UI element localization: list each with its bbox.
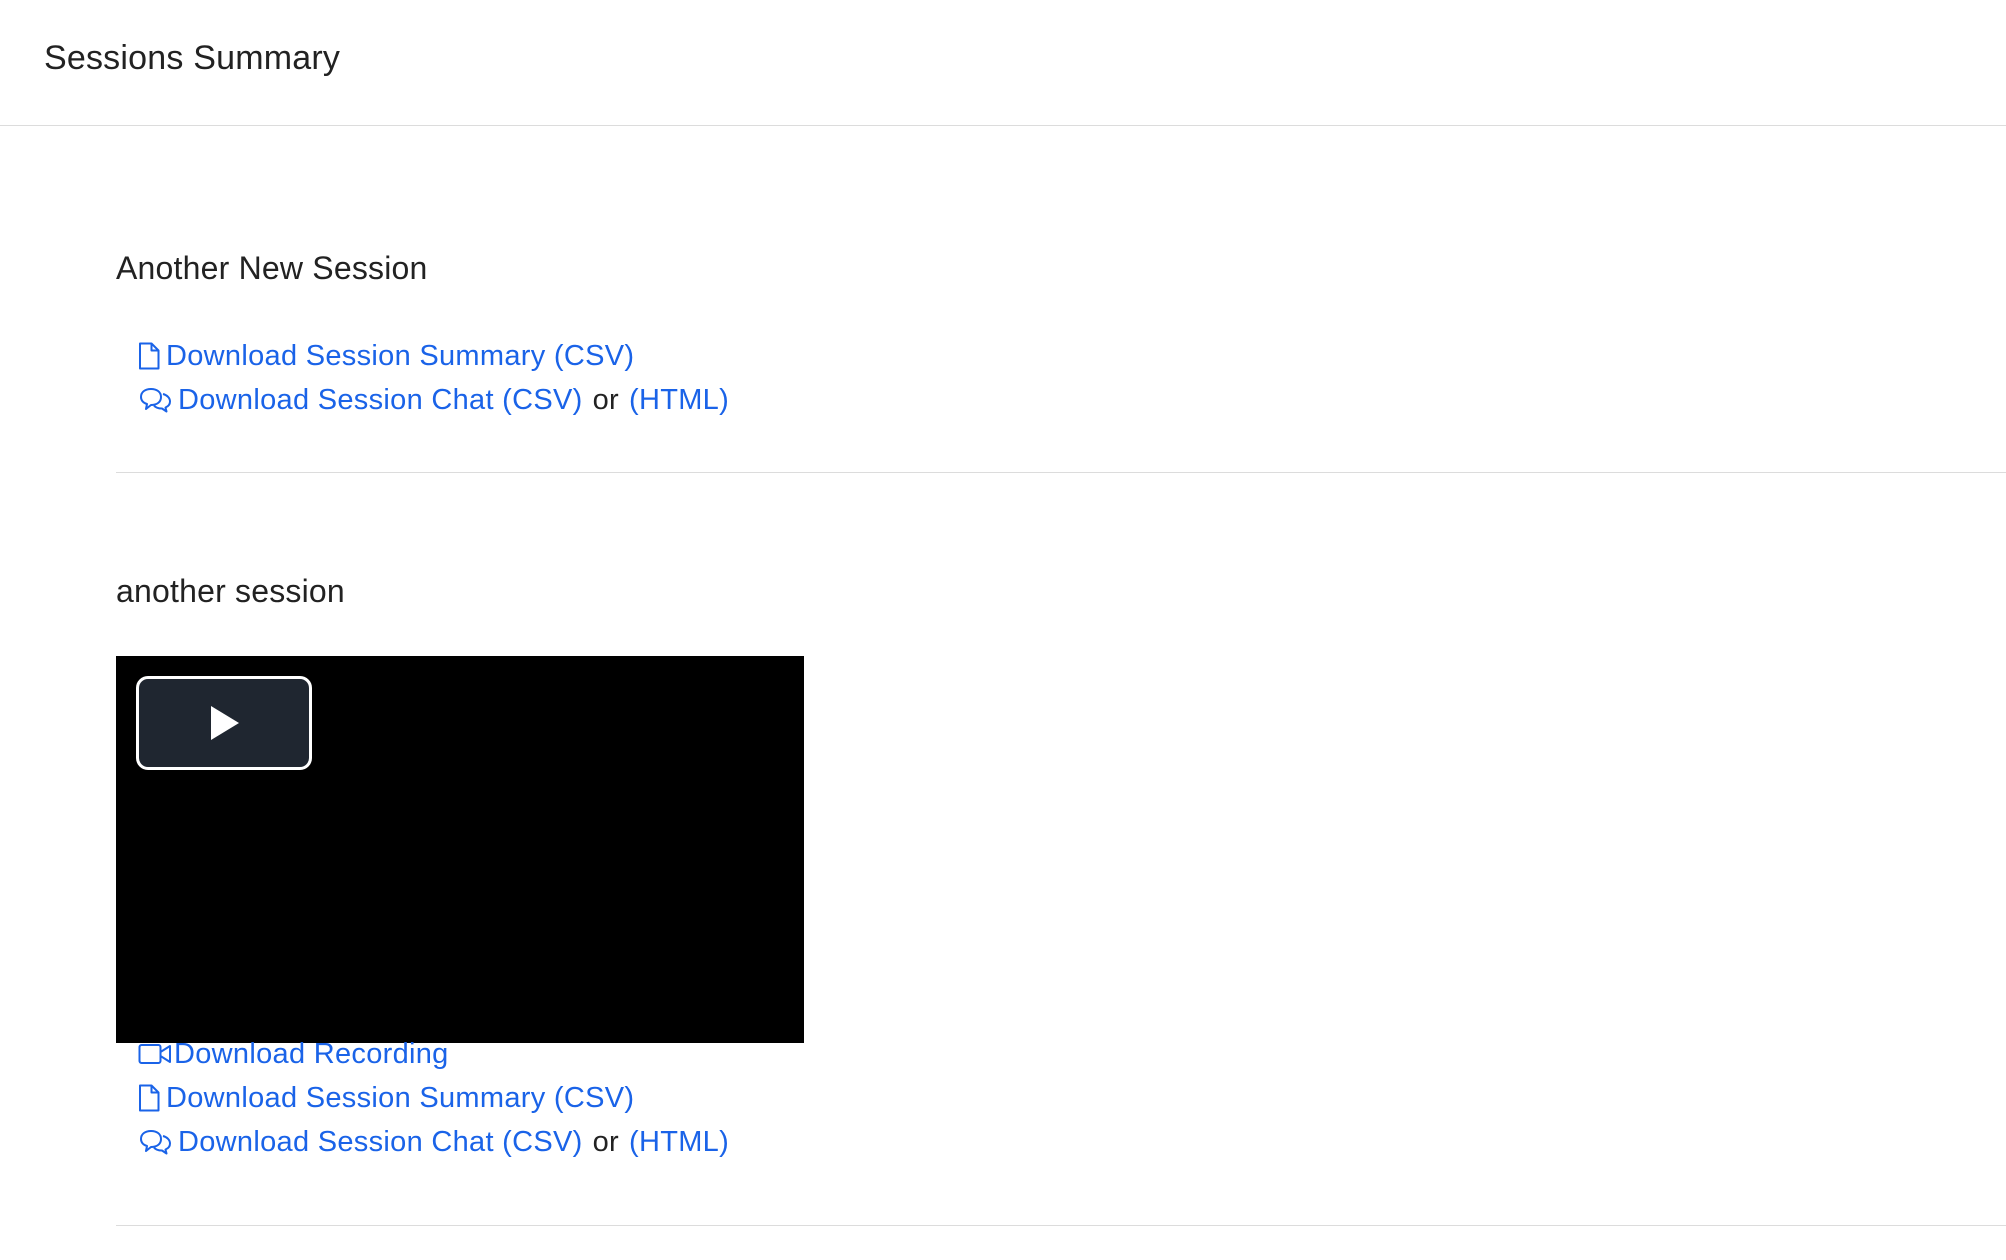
summary-download-row: Download Session Summary (CSV) [138,1076,729,1120]
sessions-list: Another New Session Download Session Sum… [0,126,2006,1226]
top-header: Sessions Summary [0,0,2006,126]
session-title: another session [116,573,345,609]
file-icon [138,342,160,370]
video-player[interactable] [116,656,804,1043]
session-downloads: Download Recording Download Session Summ… [138,1032,729,1164]
chat-download-row: Download Session Chat (CSV) or (HTML) [138,378,729,422]
chat-bubbles-icon [138,387,172,413]
chat-download-row: Download Session Chat (CSV) or (HTML) [138,1120,729,1164]
play-icon [211,706,239,740]
download-session-summary-csv-link[interactable]: Download Session Summary (CSV) [166,334,634,378]
session-card: another session Download Recording Downl… [116,473,2006,1226]
file-icon [138,1084,160,1112]
chat-bubbles-icon [138,1129,172,1155]
session-title: Another New Session [116,250,428,286]
recording-download-row: Download Recording [138,1032,729,1076]
or-separator: or [592,1126,620,1158]
or-separator: or [592,384,620,416]
video-camera-icon [138,1042,172,1066]
page: Sessions Summary Another New Session Dow… [0,0,2006,1260]
session-card: Another New Session Download Session Sum… [116,126,2006,473]
play-button[interactable] [136,676,312,770]
download-session-chat-html-link[interactable]: (HTML) [629,378,729,422]
page-title: Sessions Summary [44,39,341,77]
summary-download-row: Download Session Summary (CSV) [138,334,729,378]
download-session-summary-csv-link[interactable]: Download Session Summary (CSV) [166,1076,634,1120]
download-session-chat-csv-link[interactable]: Download Session Chat (CSV) [178,1120,583,1164]
download-recording-link[interactable]: Download Recording [174,1032,449,1076]
download-session-chat-html-link[interactable]: (HTML) [629,1120,729,1164]
download-session-chat-csv-link[interactable]: Download Session Chat (CSV) [178,378,583,422]
session-downloads: Download Session Summary (CSV) Download … [138,334,729,422]
